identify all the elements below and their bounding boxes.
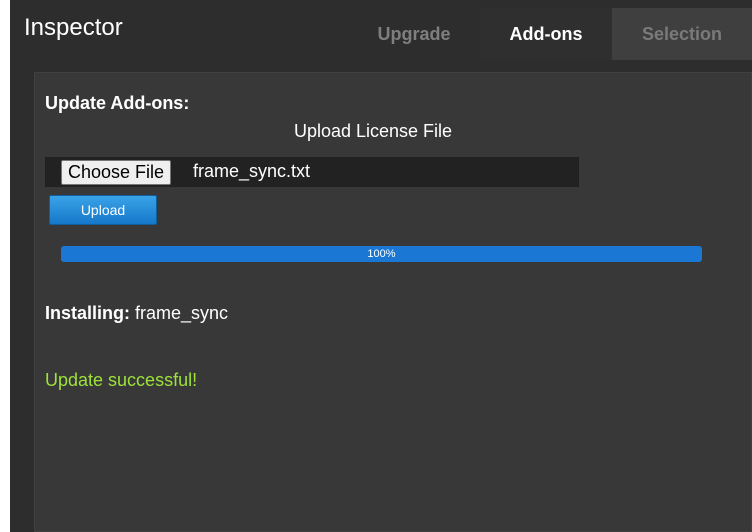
status-message: Update successful! <box>45 370 198 390</box>
upload-button[interactable]: Upload <box>49 195 157 225</box>
installing-value: frame_sync <box>135 303 229 323</box>
inspector-header: Inspector Upgrade Add-ons Selection <box>10 0 752 60</box>
choose-file-button[interactable]: Choose File <box>61 160 172 185</box>
panel-title: Inspector <box>24 14 123 41</box>
add-ons-content: Update Add-ons: Upload License File Choo… <box>34 72 752 532</box>
progress-bar: 100% <box>61 246 702 262</box>
section-title: Update Add-ons: <box>45 93 190 113</box>
tab-selection[interactable]: Selection <box>612 8 752 60</box>
progress-bar-label: 100% <box>367 248 396 260</box>
inspector-panel: Inspector Upgrade Add-ons Selection Upda… <box>10 0 752 532</box>
tab-upgrade[interactable]: Upgrade <box>362 8 466 60</box>
selected-file-name: frame_sync.txt <box>193 161 311 181</box>
installing-label: Installing: <box>45 303 130 323</box>
file-input: Choose File frame_sync.txt <box>45 157 579 187</box>
upload-license-label: Upload License File <box>293 121 453 141</box>
installing-status: Installing: frame_sync <box>45 303 228 324</box>
tab-add-ons[interactable]: Add-ons <box>480 8 612 60</box>
